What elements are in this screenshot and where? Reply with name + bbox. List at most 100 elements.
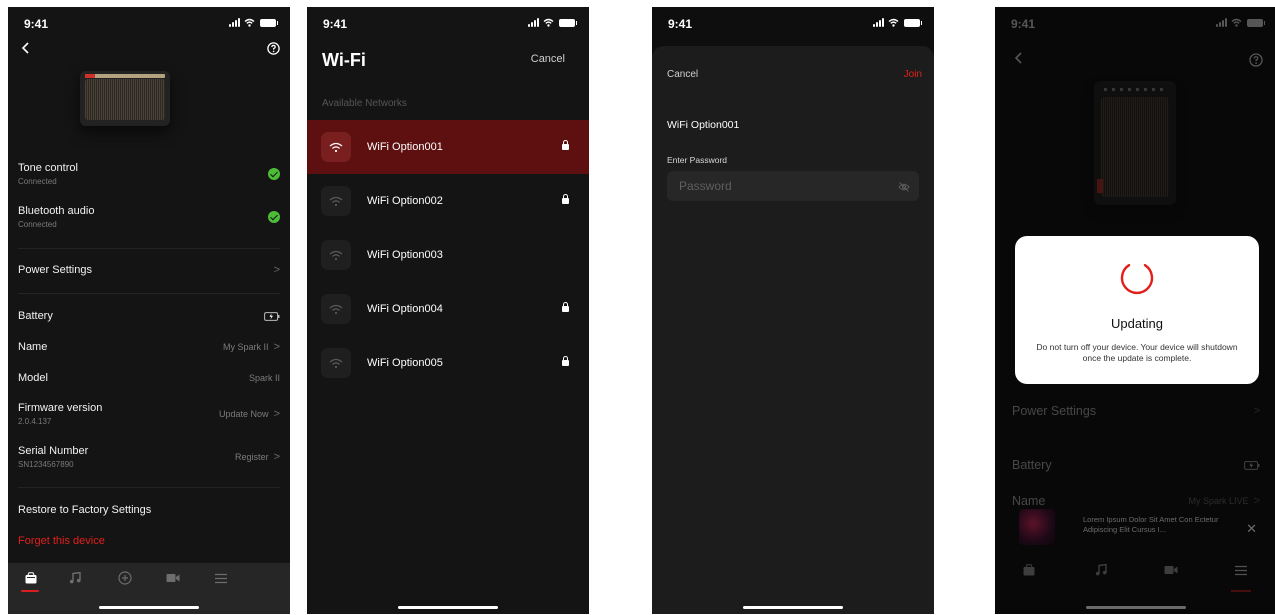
modal-message: Do not turn off your device. Your device… <box>1036 342 1238 363</box>
battery-charging-icon <box>264 311 280 321</box>
wifi-icon <box>244 18 255 27</box>
video-icon <box>166 574 180 582</box>
signal-icon <box>1216 18 1227 27</box>
amp-image <box>80 71 170 126</box>
amp-image <box>1094 81 1176 205</box>
status-bar: 9:41 <box>307 7 589 37</box>
help-icon <box>1249 53 1263 67</box>
network-item[interactable]: WiFi Option005 <box>307 336 589 390</box>
tab-menu[interactable] <box>211 570 231 586</box>
network-name: WiFi Option005 <box>367 357 443 369</box>
connected-check-icon <box>268 211 280 223</box>
amp-knobs <box>1104 88 1166 91</box>
battery-label: Battery <box>1012 458 1052 472</box>
wifi-signal-icon <box>321 132 351 162</box>
amp-top-panel <box>85 74 165 78</box>
firmware-version: 2.0.4.137 <box>18 417 52 426</box>
section-header: Available Networks <box>322 98 407 109</box>
wifi-signal-icon <box>321 348 351 378</box>
network-name: WiFi Option004 <box>367 303 443 315</box>
name-value: My Spark II <box>223 342 269 352</box>
power-settings-row[interactable]: Power Settings > <box>18 264 280 276</box>
eye-off-icon[interactable] <box>898 182 910 192</box>
battery-status-icon <box>1247 19 1265 27</box>
music-note-icon <box>69 572 81 584</box>
lock-icon <box>562 140 569 150</box>
power-settings-row: Power Settings > <box>1012 404 1260 418</box>
status-bar: 9:41 <box>652 7 934 37</box>
menu-icon <box>1235 565 1247 575</box>
chevron-right-icon: > <box>1253 405 1260 417</box>
amp-logo <box>1097 179 1103 193</box>
lock-icon <box>562 194 569 204</box>
wifi-icon <box>543 18 554 27</box>
divider <box>18 248 280 249</box>
tab-video[interactable] <box>163 570 183 586</box>
name-row[interactable]: Name My Spark II > <box>18 341 280 353</box>
battery-status-icon <box>260 19 278 27</box>
forget-device-label: Forget this device <box>18 535 105 547</box>
battery-status-icon <box>559 19 577 27</box>
network-item[interactable]: WiFi Option002 <box>307 174 589 228</box>
chevron-right-icon: > <box>273 408 280 420</box>
tone-control-status: Connected <box>18 177 57 186</box>
tab-music[interactable] <box>65 570 85 586</box>
status-bar: 9:41 <box>995 7 1275 37</box>
menu-icon <box>215 573 227 583</box>
firmware-row[interactable]: Firmware version 2.0.4.137 Update Now > <box>18 402 280 426</box>
status-icons <box>1216 18 1265 27</box>
home-indicator <box>99 606 199 609</box>
network-item[interactable]: WiFi Option001 <box>307 120 589 174</box>
help-icon[interactable] <box>267 42 280 55</box>
signal-icon <box>528 18 539 27</box>
serial-number-row[interactable]: Serial Number SN1234567890 Register > <box>18 445 280 469</box>
home-indicator <box>1086 606 1186 609</box>
tab-create[interactable] <box>115 570 135 586</box>
network-item[interactable]: WiFi Option004 <box>307 282 589 336</box>
loading-spinner-icon <box>1120 264 1154 295</box>
status-time: 9:41 <box>1011 17 1036 31</box>
battery-row: Battery <box>18 310 280 322</box>
mini-player: Lorem Ipsum Dolor Sit Amet Con Ectetur A… <box>995 503 1275 555</box>
forget-device-row[interactable]: Forget this device <box>18 535 280 547</box>
amp-grill <box>85 79 165 120</box>
power-settings-label: Power Settings <box>1012 404 1097 418</box>
update-modal: Updating Do not turn off your device. Yo… <box>1015 236 1259 384</box>
status-icons <box>873 18 922 27</box>
tone-control-row[interactable]: Tone control Connected <box>18 162 280 186</box>
device-icon <box>25 572 37 584</box>
signal-icon <box>229 18 240 27</box>
model-label: Model <box>18 372 48 384</box>
wifi-signal-icon <box>321 294 351 324</box>
cancel-button[interactable]: Cancel <box>667 69 698 80</box>
register-link[interactable]: Register <box>235 452 269 462</box>
power-settings-label: Power Settings <box>18 264 92 276</box>
restore-factory-row[interactable]: Restore to Factory Settings <box>18 504 280 516</box>
wifi-signal-icon <box>321 240 351 270</box>
update-now-link[interactable]: Update Now <box>219 409 269 419</box>
network-name: WiFi Option002 <box>367 195 443 207</box>
device-icon <box>1023 564 1035 576</box>
wifi-icon <box>888 18 899 27</box>
active-tab-indicator <box>21 590 39 592</box>
home-indicator <box>398 606 498 609</box>
password-input[interactable] <box>667 171 919 201</box>
bluetooth-audio-row[interactable]: Bluetooth audio Connected <box>18 205 280 229</box>
status-time: 9:41 <box>323 17 348 31</box>
join-button[interactable]: Join <box>904 69 922 80</box>
lock-icon <box>562 302 569 312</box>
restore-factory-label: Restore to Factory Settings <box>18 504 152 516</box>
tab-device[interactable] <box>21 570 41 586</box>
wifi-list-screen: 9:41 Wi-Fi Cancel Available Networks WiF… <box>307 7 589 614</box>
network-item[interactable]: WiFi Option003 <box>307 228 589 282</box>
cancel-button[interactable]: Cancel <box>531 53 565 65</box>
status-icons <box>528 18 577 27</box>
back-icon[interactable] <box>20 41 32 55</box>
divider <box>18 293 280 294</box>
serial-number-label: Serial Number <box>18 445 89 457</box>
name-label: Name <box>18 341 48 353</box>
chevron-right-icon: > <box>273 451 280 463</box>
tab-video <box>1161 562 1181 578</box>
mini-player-title: Lorem Ipsum Dolor Sit Amet Con Ectetur A… <box>1083 515 1219 534</box>
lock-icon <box>562 356 569 366</box>
